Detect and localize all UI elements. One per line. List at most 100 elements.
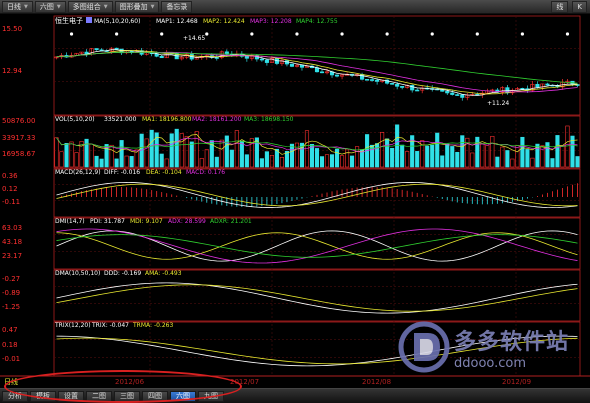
volume-bar (234, 130, 239, 168)
macd-dea: DEA: -0.104 (146, 169, 182, 176)
volume-bar (279, 156, 284, 168)
volume-bar (104, 144, 109, 168)
macd-label: MACD(26,12,9) (55, 169, 101, 176)
volume-bar (94, 155, 99, 168)
vol-y2: 33917.33 (2, 134, 35, 142)
volume-bar (375, 143, 380, 168)
volume-bar (455, 151, 460, 168)
panel-frame (53, 217, 581, 270)
volume-bar (324, 154, 330, 168)
event-marker-icon (520, 32, 524, 36)
overlay-label: 图形叠加 (119, 2, 148, 11)
candle (400, 86, 405, 88)
volume-bar (575, 156, 580, 168)
candle (159, 56, 164, 59)
volume-bar (339, 155, 345, 168)
tab-settings[interactable]: 设置 (58, 390, 84, 402)
period-indicator: 日线 (4, 377, 18, 386)
macd-panel[interactable] (56, 182, 578, 208)
volume-bar (555, 135, 560, 168)
event-marker-icon (69, 32, 74, 36)
event-marker-icon (295, 32, 299, 36)
vol-ma1: MA1: 18196.800 (142, 116, 192, 123)
dmi-mdi: MDI: 9.107 (130, 218, 163, 225)
dmi-label: DMI(14,7) (55, 218, 85, 225)
volume-bar (485, 145, 490, 168)
volume-bar (239, 140, 244, 168)
candle (455, 94, 460, 96)
price-y-mid: 12.94 (2, 67, 23, 75)
volume-bar (194, 131, 199, 168)
line-mode-label: 线 (556, 2, 564, 11)
volume-bar (450, 146, 455, 168)
kline-mode-label: K (577, 2, 582, 11)
dma-ddd: DDD: -0.169 (104, 270, 141, 277)
tab-analysis[interactable]: 分析 (2, 390, 28, 402)
volume-bar (470, 152, 475, 168)
overlay-dropdown[interactable]: 图形叠加 ▼ (114, 0, 160, 13)
tab-label: 四图 (148, 392, 162, 400)
tab-two-charts[interactable]: 二图 (86, 390, 112, 402)
volume-bar (445, 143, 450, 168)
kline-mode-button[interactable]: K (572, 0, 587, 13)
volume-bar (505, 150, 510, 168)
volume-bar (460, 135, 465, 168)
volume-bar (164, 158, 169, 168)
trma-value: TRMA: -0.263 (132, 322, 173, 329)
event-marker-icon (115, 32, 119, 36)
candle (94, 48, 99, 51)
dma-label: DMA(10,50,10) (55, 270, 100, 277)
tab-template[interactable]: 模板 (30, 390, 56, 402)
candle (390, 82, 395, 85)
trix-value: TRIX: -0.047 (91, 322, 129, 329)
dma-panel[interactable] (56, 282, 578, 314)
volume-bar (345, 148, 350, 168)
line-mode-button[interactable]: 线 (551, 0, 569, 13)
volume-bar (159, 153, 164, 168)
dma-y1: -0.27 (2, 275, 20, 283)
volume-bar (149, 129, 154, 168)
candle (365, 78, 370, 81)
volume-bar (129, 156, 134, 168)
volume-bar (99, 158, 104, 168)
candle (214, 57, 219, 59)
tab-label: 设置 (64, 392, 78, 400)
memo-button[interactable]: 备忘录 (161, 0, 193, 13)
volume-bar (425, 145, 430, 168)
ddd-line (56, 282, 578, 314)
volume-bar (59, 151, 64, 168)
volume-bar (289, 143, 295, 168)
volume-panel[interactable] (54, 124, 580, 168)
candle (415, 89, 420, 92)
volume-bar (405, 151, 410, 168)
layout-label: 六图 (39, 2, 54, 11)
event-marker-icon (160, 32, 164, 36)
tab-nine-charts[interactable]: 九图 (198, 390, 224, 402)
candle (370, 79, 375, 81)
tab-six-charts[interactable]: 六图 (170, 390, 196, 402)
volume-bar (109, 144, 114, 168)
layout-dropdown[interactable]: 六图 ▼ (34, 0, 66, 13)
period-dropdown[interactable]: 日线 ▼ (2, 0, 33, 13)
candle (445, 91, 450, 94)
dma-y2: -0.89 (2, 289, 20, 297)
trix-y1: 0.47 (2, 326, 18, 334)
trix-y3: -0.01 (2, 355, 20, 363)
vol-y3: 16958.67 (2, 150, 35, 158)
multi-chart-dropdown[interactable]: 多图组合 ▼ (67, 0, 113, 13)
chevron-down-icon: ▼ (103, 3, 108, 10)
volume-bar (565, 125, 570, 168)
tab-four-charts[interactable]: 四图 (142, 390, 168, 402)
volume-bar (294, 142, 300, 168)
tab-three-charts[interactable]: 三图 (114, 390, 140, 402)
map2-value: MAP2: 12.424 (203, 18, 245, 25)
volume-bar (480, 143, 485, 168)
event-marker-icon (205, 32, 209, 36)
stock-name: 恒生电子 (55, 16, 83, 25)
x-tick-2012-06: 2012/06 (115, 378, 145, 386)
volume-bar (54, 137, 59, 168)
price-panel[interactable] (54, 32, 580, 101)
volume-bar (224, 135, 229, 168)
candle (289, 63, 295, 67)
ma-toggle-icon[interactable] (86, 17, 92, 23)
